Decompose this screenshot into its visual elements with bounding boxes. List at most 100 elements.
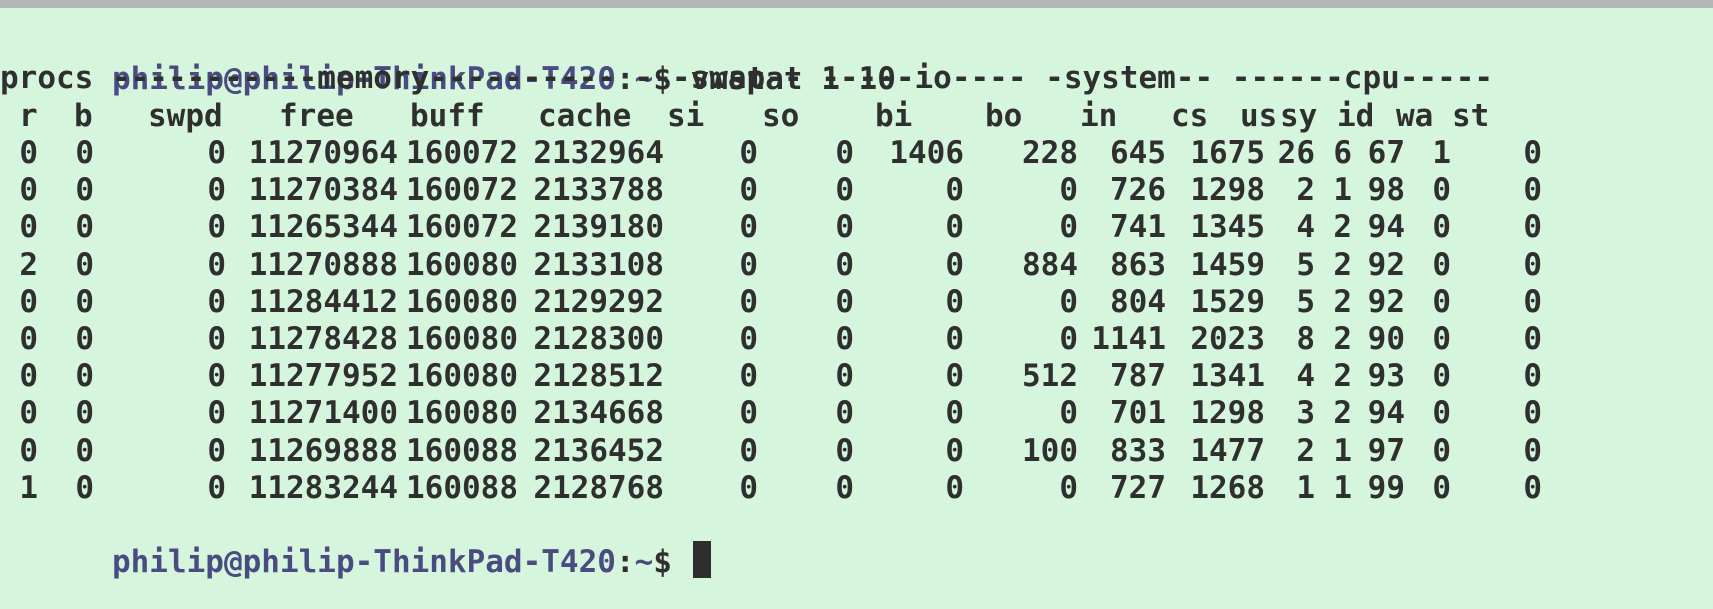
vmstat-cell-si: 0: [739, 321, 758, 357]
vmstat-cell-bi: 0: [945, 283, 964, 320]
vmstat-cell-bi: 1406: [889, 135, 964, 171]
vmstat-cell-swpd: 0: [207, 283, 226, 320]
vmstat-cell-buff: 160072: [406, 209, 518, 246]
vmstat-cell-id: 97: [1367, 432, 1405, 469]
vmstat-cell-st: 0: [1523, 432, 1542, 469]
vmstat-cell-si: 0: [739, 358, 758, 395]
vmstat-cell-us: 8: [1296, 321, 1315, 357]
vmstat-cell-wa: 0: [1432, 432, 1451, 469]
vmstat-row: 0 0 0 11269888 160088 2136452 0 0 0 100 833 1477 2 1 9…: [0, 431, 1713, 471]
vmstat-cell-r: 2: [19, 246, 38, 283]
final-prompt-line[interactable]: philip@philip-ThinkPad-T420:~$: [0, 501, 711, 580]
vmstat-cell-free: 11278428: [248, 321, 398, 357]
vmstat-cell-b: 0: [75, 172, 94, 209]
vmstat-cell-sy: 1: [1333, 469, 1352, 506]
vmstat-cell-us: 3: [1296, 395, 1315, 432]
vmstat-cell-buff: 160080: [406, 321, 518, 357]
vmstat-cell-wa: 0: [1432, 358, 1451, 395]
vmstat-cell-us: 4: [1296, 358, 1315, 395]
vmstat-cell-wa: 0: [1432, 246, 1451, 283]
vmstat-cell-so: 0: [835, 283, 854, 320]
vmstat-cell-bi: 0: [945, 358, 964, 395]
vmstat-cell-bo: 512: [1022, 358, 1078, 395]
vmstat-row: 0 0 0 11271400 160080 2134668 0 0 0 0 701 1298 3 2 94 0…: [0, 393, 1713, 433]
vmstat-cell-swpd: 0: [207, 172, 226, 209]
vmstat-cell-bi: 0: [945, 395, 964, 432]
vmstat-cell-buff: 160080: [406, 283, 518, 320]
final-prompt-path: ~: [634, 544, 654, 580]
vmstat-row: 0 0 0 11265344 160072 2139180 0 0 0 0 741 1345 4 2 94 0…: [0, 207, 1713, 247]
vmstat-cell-st: 0: [1523, 246, 1542, 283]
vmstat-cell-us: 5: [1296, 246, 1315, 283]
vmstat-cell-free: 11277952: [248, 358, 398, 395]
terminal-window[interactable]: philip@philip-ThinkPad-T420:~$ vmstat 1 …: [0, 8, 1713, 609]
vmstat-cell-wa: 0: [1432, 469, 1451, 506]
vmstat-cell-sy: 1: [1333, 172, 1352, 209]
vmstat-cell-id: 98: [1367, 172, 1405, 209]
vmstat-cell-cs: 2023: [1190, 321, 1265, 357]
vmstat-cell-so: 0: [835, 246, 854, 283]
column-header-st: st: [1452, 98, 1490, 134]
vmstat-cell-si: 0: [739, 469, 758, 506]
vmstat-cell-r: 0: [19, 432, 38, 469]
vmstat-cell-bo: 228: [1022, 135, 1078, 171]
vmstat-cell-us: 2: [1296, 432, 1315, 469]
column-header-cs: cs: [1171, 98, 1209, 134]
vmstat-cell-swpd: 0: [207, 209, 226, 246]
vmstat-cell-in: 804: [1110, 283, 1166, 320]
vmstat-cell-st: 0: [1523, 209, 1542, 246]
vmstat-cell-sy: 2: [1333, 395, 1352, 432]
vmstat-cell-so: 0: [835, 395, 854, 432]
vmstat-cell-b: 0: [75, 283, 94, 320]
vmstat-cell-si: 0: [739, 395, 758, 432]
vmstat-column-headers: r b swpd free buff cache si so bi bo in cs us sy id wa s…: [0, 96, 1713, 136]
vmstat-cell-sy: 2: [1333, 209, 1352, 246]
vmstat-cell-cache: 2139180: [533, 209, 664, 246]
vmstat-cell-bo: 0: [1059, 283, 1078, 320]
vmstat-cell-so: 0: [835, 172, 854, 209]
vmstat-cell-swpd: 0: [207, 395, 226, 432]
vmstat-cell-cache: 2132964: [533, 135, 664, 171]
vmstat-cell-free: 11269888: [248, 432, 398, 469]
vmstat-cell-cs: 1529: [1190, 283, 1265, 320]
vmstat-cell-swpd: 0: [207, 432, 226, 469]
vmstat-cell-st: 0: [1523, 358, 1542, 395]
vmstat-cell-wa: 0: [1432, 209, 1451, 246]
vmstat-cell-in: 727: [1110, 469, 1166, 506]
vmstat-cell-in: 787: [1110, 358, 1166, 395]
vmstat-cell-in: 833: [1110, 432, 1166, 469]
column-header-buff: buff: [410, 98, 485, 134]
vmstat-cell-bi: 0: [945, 209, 964, 246]
vmstat-cell-cache: 2128300: [533, 321, 664, 357]
vmstat-cell-in: 1141: [1091, 321, 1166, 357]
vmstat-cell-b: 0: [75, 432, 94, 469]
vmstat-cell-st: 0: [1523, 469, 1542, 506]
vmstat-row: 0 0 0 11270964 160072 2132964 0 0 1406 228 645 1675…: [0, 133, 1713, 173]
vmstat-cell-bi: 0: [945, 469, 964, 506]
vmstat-cell-cs: 1345: [1190, 209, 1265, 246]
vmstat-cell-r: 0: [19, 172, 38, 209]
vmstat-cell-si: 0: [739, 283, 758, 320]
vmstat-cell-us: 4: [1296, 209, 1315, 246]
vmstat-cell-id: 94: [1367, 209, 1405, 246]
terminal-cursor[interactable]: [692, 541, 711, 578]
vmstat-cell-bo: 0: [1059, 209, 1078, 246]
vmstat-cell-id: 90: [1367, 321, 1405, 357]
vmstat-row: 0 0 0 11284412 160080 2129292 0 0 0 0 804 1529 5 2 92 0…: [0, 282, 1713, 322]
vmstat-cell-in: 863: [1110, 246, 1166, 283]
vmstat-cell-in: 726: [1110, 172, 1166, 209]
vmstat-cell-cs: 1459: [1190, 246, 1265, 283]
vmstat-cell-free: 11270384: [248, 172, 398, 209]
vmstat-cell-cache: 2128512: [533, 358, 664, 395]
vmstat-cell-cache: 2134668: [533, 395, 664, 432]
column-header-id: id: [1337, 98, 1375, 134]
vmstat-cell-bo: 0: [1059, 395, 1078, 432]
vmstat-cell-buff: 160080: [406, 395, 518, 432]
vmstat-cell-bi: 0: [945, 172, 964, 209]
vmstat-cell-free: 11265344: [248, 209, 398, 246]
vmstat-cell-si: 0: [739, 172, 758, 209]
vmstat-row: 0 0 0 11277952 160080 2128512 0 0 0 512 787 1341 4 2 9…: [0, 356, 1713, 396]
vmstat-cell-si: 0: [739, 135, 758, 171]
vmstat-cell-swpd: 0: [207, 321, 226, 357]
vmstat-cell-so: 0: [835, 321, 854, 357]
